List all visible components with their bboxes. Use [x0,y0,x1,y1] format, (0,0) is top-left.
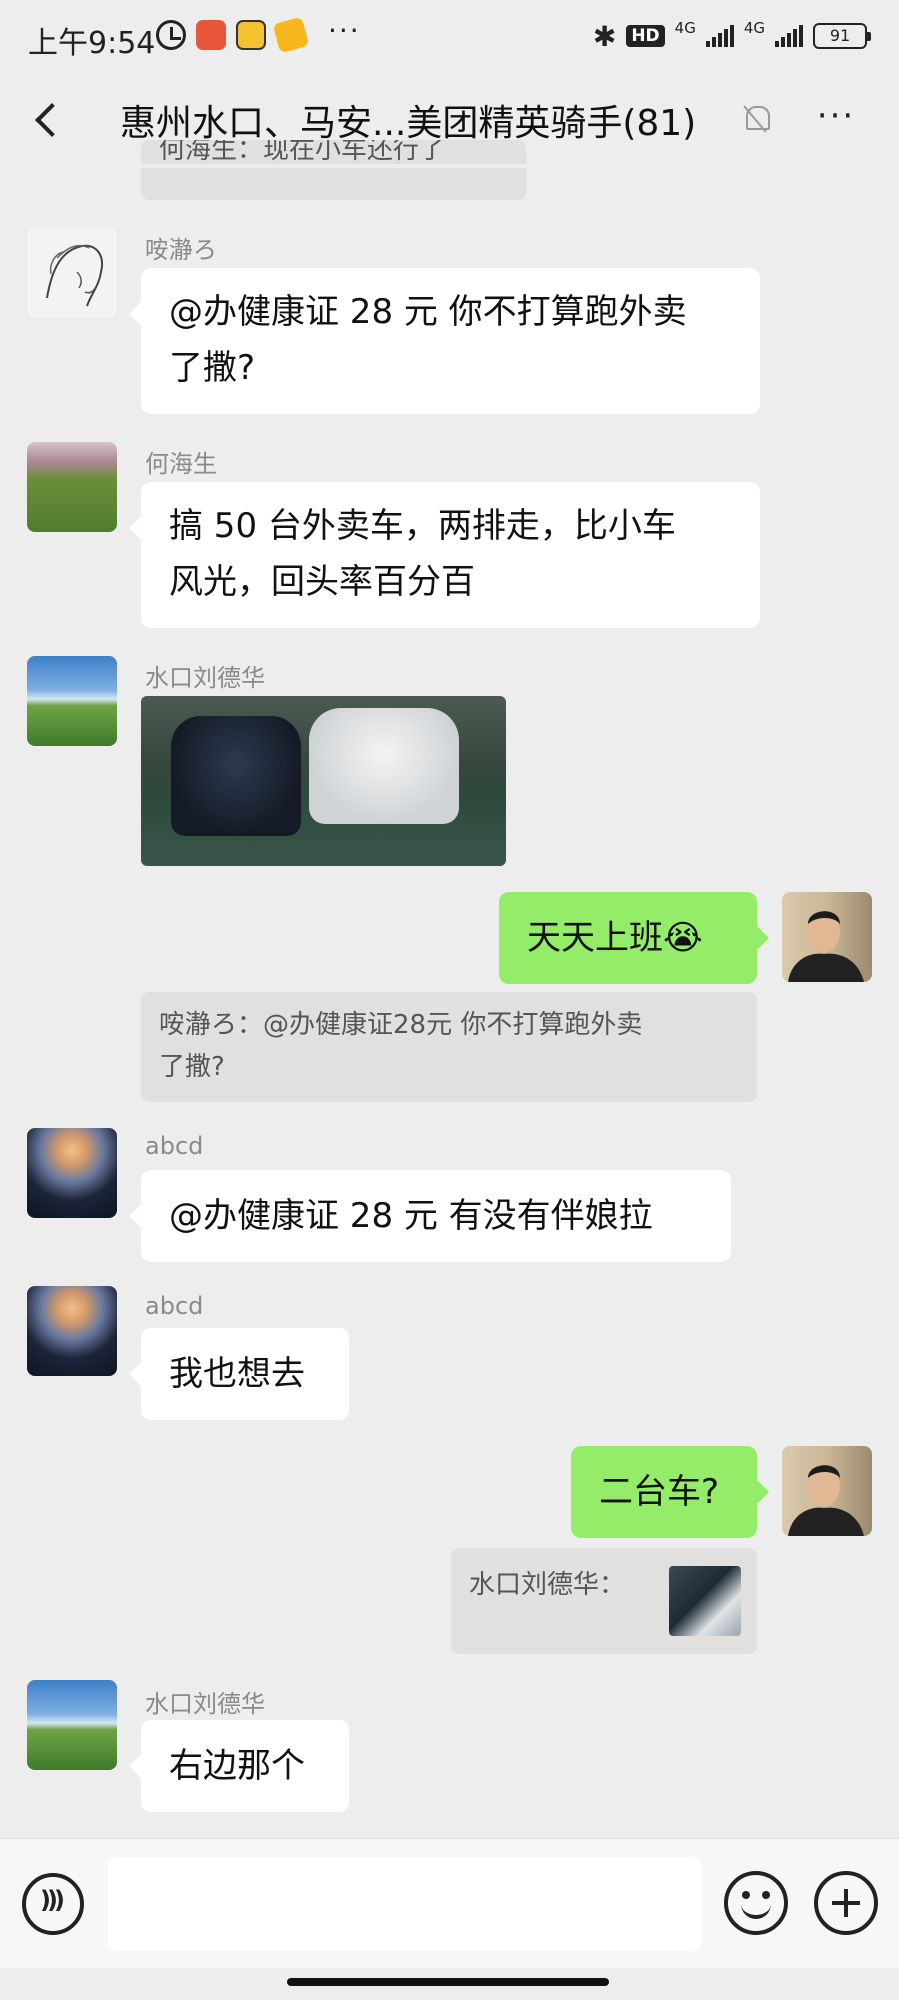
person-portrait-icon [788,911,864,982]
message-bubble[interactable]: @办健康证 28 元 你不打算跑外卖 了撒? [129,268,760,414]
signal-icon [705,25,734,47]
back-button[interactable] [24,94,76,146]
message-text-line: @办健康证 28 元 你不打算跑外卖 [169,292,687,332]
input-bar [0,1838,899,1968]
voice-input-button[interactable] [22,1873,84,1935]
sender-name: abcd [145,1132,204,1160]
more-options-button[interactable]: ··· [808,96,864,144]
app-notification-icon [196,20,226,50]
quoted-image-thumbnail[interactable] [669,1566,741,1636]
battery-icon: 91 [813,23,871,49]
message-text-line: 风光，回头率百分百 [169,562,475,602]
quote-text-line: 咹瀞ろ：@办健康证28元 你不打算跑外卖 [159,1010,643,1040]
message-text: 天天上班😭 [527,918,703,958]
network-type: 4G [743,19,765,37]
hd-badge: HD [626,25,665,47]
avatar[interactable] [27,1128,117,1218]
quoted-message[interactable]: 何海生：现在小车还行了 [141,140,526,200]
message-text: @办健康证 28 元 有没有伴娘拉 [169,1196,653,1236]
quote-text-line: 了撒? [159,1052,225,1082]
sketch-portrait-icon [46,244,103,307]
message-bubble[interactable]: 搞 50 台外卖车，两排走，比小车 风光，回头率百分百 [129,482,760,628]
avatar[interactable] [27,442,117,532]
message-bubble[interactable]: 我也想去 [129,1328,349,1420]
status-bar: 上午9:54 ··· ✱ HD 4G 4G 91 [0,0,899,76]
message-input[interactable] [108,1857,702,1951]
chevron-left-icon [35,103,69,137]
home-indicator[interactable] [287,1978,609,1986]
image-message[interactable] [141,696,506,866]
status-indicators: ✱ HD 4G 4G 91 [592,18,871,54]
quote-text: 水口刘德华： [469,1570,626,1600]
car-image [171,716,301,836]
sender-name: 何海生 [145,450,217,478]
message-text-line: 了撒? [169,348,256,388]
more-notifications-icon: ··· [328,14,361,47]
avatar[interactable] [782,892,872,982]
message-bubble[interactable]: 天天上班😭 [499,892,769,984]
message-text: 我也想去 [169,1354,305,1394]
signal-icon [775,25,803,47]
avatar[interactable] [27,228,117,318]
sender-name: abcd [145,1292,204,1320]
app-notification-icon [272,16,310,54]
quoted-message[interactable]: 咹瀞ろ：@办健康证28元 你不打算跑外卖 了撒? [141,992,757,1102]
message-bubble[interactable]: @办健康证 28 元 有没有伴娘拉 [129,1170,731,1262]
sender-name: 水口刘德华 [145,664,265,692]
avatar[interactable] [27,1286,117,1376]
avatar[interactable] [782,1446,872,1536]
avatar[interactable] [27,656,117,746]
more-actions-button[interactable] [814,1871,878,1935]
message-bubble[interactable]: 右边那个 [129,1720,349,1812]
emoji-button[interactable] [724,1871,788,1935]
status-time: 上午9:54 [28,26,156,61]
message-text-line: 搞 50 台外卖车，两排走，比小车 [169,506,676,546]
scroll-overlap [0,164,899,168]
chat-title: 惠州水口、马安...美团精英骑手(81) [120,103,697,144]
sender-name: 水口刘德华 [145,1690,265,1718]
avatar[interactable] [27,1680,117,1770]
message-text: 二台车? [599,1472,720,1512]
sender-name: 咹瀞ろ [145,236,217,264]
message-text: 右边那个 [169,1746,305,1786]
network-type: 4G [674,19,696,37]
car-image [309,708,459,824]
quote-text: 何海生：现在小车还行了 [159,140,446,165]
message-bubble[interactable]: 二台车? [571,1446,769,1538]
mute-bell-icon [742,104,770,134]
app-notification-icon [236,20,266,50]
person-portrait-icon [788,1465,864,1536]
bluetooth-icon: ✱ [592,19,617,53]
alarm-icon [156,20,186,50]
